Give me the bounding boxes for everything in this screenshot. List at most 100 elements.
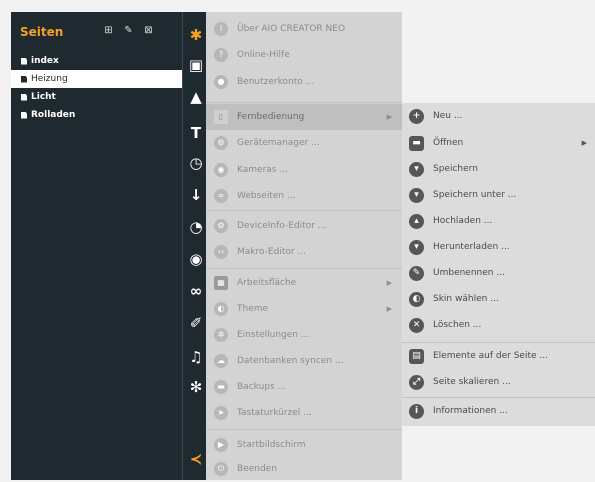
folder-open-icon: ▬ — [409, 136, 424, 151]
music-tool-icon[interactable]: ♫ — [187, 348, 205, 366]
menu-item-label: Fernbedienung — [237, 112, 305, 122]
submenu-item-label: Löschen ... — [433, 320, 482, 330]
delete-page-icon[interactable]: ⊠ — [143, 25, 154, 37]
pages-sidebar: Seiten ⊞ ✎ ⊠ index Heizung Licht Rollade… — [11, 12, 182, 480]
submenu-item-delete[interactable]: ✕ Löschen ... — [402, 313, 595, 339]
save-as-icon: ▾ — [409, 188, 424, 203]
menu-item-label: Online-Hilfe — [237, 50, 290, 60]
menu-item-macro-editor[interactable]: ‹› Makro-Editor ... — [206, 239, 402, 265]
settings-icon: ✲ — [214, 328, 228, 342]
main-menu: i Über AIO CREATOR NEO ? Online-Hilfe ● … — [206, 12, 402, 480]
slider-tool-icon[interactable]: ↓ — [187, 186, 205, 204]
page-item-licht[interactable]: Licht — [11, 88, 182, 106]
pen-tool-icon[interactable]: ✐ — [187, 314, 205, 332]
page-icon — [21, 75, 27, 83]
link-tool-icon[interactable]: ∞ — [187, 282, 205, 300]
menu-item-websites[interactable]: ∞ Webseiten ... — [206, 183, 402, 209]
submenu-item-label: Herunterladen ... — [433, 242, 510, 252]
gauge-tool-icon[interactable]: ◔ — [187, 218, 205, 236]
submenu-item-new[interactable]: + Neu ... — [402, 104, 595, 130]
submenu-item-label: Öffnen — [433, 138, 464, 148]
start-screen-icon: ▶ — [214, 438, 228, 452]
page-icon — [21, 93, 27, 101]
menu-item-remote[interactable]: ▯ Fernbedienung ▶ — [206, 104, 402, 130]
submenu-item-open[interactable]: ▬ Öffnen ▶ — [402, 131, 595, 157]
macro-icon: ‹› — [214, 245, 228, 259]
menu-item-about[interactable]: i Über AIO CREATOR NEO — [206, 16, 402, 42]
menu-item-label: Startbildschirm — [237, 440, 306, 450]
page-icon — [21, 57, 27, 65]
submenu-item-save-as[interactable]: ▾ Speichern unter ... — [402, 183, 595, 209]
menu-item-label: Webseiten ... — [237, 191, 296, 201]
webcam-tool-icon[interactable]: ◉ — [187, 250, 205, 268]
submenu-item-page-elements[interactable]: ▤ Elemente auf der Seite ... — [402, 344, 595, 370]
page-label: Heizung — [31, 74, 68, 84]
menu-item-settings[interactable]: ✲ Einstellungen ... — [206, 322, 402, 348]
clock-tool-icon[interactable]: ◷ — [187, 154, 205, 172]
edit-page-icon[interactable]: ✎ — [123, 25, 134, 37]
submenu-item-download[interactable]: ▾ Herunterladen ... — [402, 235, 595, 261]
page-item-rolladen[interactable]: Rolladen — [11, 106, 182, 124]
menu-item-label: Tastaturkürzel ... — [237, 408, 312, 418]
menu-item-label: Makro-Editor ... — [237, 247, 306, 257]
menu-item-deviceinfo-editor[interactable]: ⚙ DeviceInfo-Editor ... — [206, 213, 402, 239]
toolbox: ✱ ▣ ▲ T ◷ ↓ ◔ ◉ ∞ ✐ ♫ ✻ ≺ — [182, 12, 209, 480]
menu-item-cameras[interactable]: ◉ Kameras ... — [206, 157, 402, 183]
menu-item-quit[interactable]: ⏻ Beenden — [206, 456, 402, 482]
button-tool-icon[interactable]: ▣ — [187, 56, 205, 74]
menu-item-label: Einstellungen ... — [237, 330, 310, 340]
top-bar — [0, 0, 595, 12]
menu-item-sync-databases[interactable]: ☁ Datenbanken syncen ... — [206, 348, 402, 374]
web-icon: ∞ — [214, 189, 228, 203]
submenu-item-choose-skin[interactable]: ◐ Skin wählen ... — [402, 287, 595, 313]
delete-icon: ✕ — [409, 318, 424, 333]
text-tool-icon[interactable]: T — [187, 124, 205, 142]
submenu-separator — [402, 342, 595, 343]
menu-item-device-manager[interactable]: ⚙ Gerätemanager ... — [206, 130, 402, 156]
submenu-item-label: Speichern — [433, 164, 478, 174]
page-label: Licht — [31, 92, 56, 102]
add-page-icon[interactable]: ⊞ — [103, 25, 114, 37]
submenu-arrow-icon: ▶ — [386, 279, 392, 287]
menu-item-start-screen[interactable]: ▶ Startbildschirm — [206, 432, 402, 458]
menu-logo-icon[interactable]: ✱ — [187, 26, 205, 44]
menu-item-shortcuts[interactable]: ➤ Tastaturkürzel ... — [206, 400, 402, 426]
menu-item-online-help[interactable]: ? Online-Hilfe — [206, 42, 402, 68]
submenu-item-scale-page[interactable]: ⤢ Seite skalieren ... — [402, 370, 595, 396]
page-icon — [21, 111, 27, 119]
pages-header: Seiten ⊞ ✎ ⊠ — [11, 12, 182, 52]
elements-icon: ▤ — [409, 349, 424, 364]
image-tool-icon[interactable]: ▲ — [187, 88, 205, 106]
pages-title: Seiten — [20, 25, 64, 39]
menu-item-theme[interactable]: ◐ Theme ▶ — [206, 296, 402, 322]
user-icon: ● — [214, 75, 228, 89]
submenu-item-label: Neu ... — [433, 111, 463, 121]
backup-folder-icon: ▬ — [214, 380, 228, 394]
share-tool-icon[interactable]: ≺ — [187, 450, 205, 468]
gear-tool-icon[interactable]: ✻ — [187, 378, 205, 396]
workspace-icon: ▦ — [214, 276, 228, 290]
submenu-item-label: Informationen ... — [433, 406, 508, 416]
page-item-heizung[interactable]: Heizung — [11, 70, 182, 88]
submenu-item-upload[interactable]: ▴ Hochladen ... — [402, 209, 595, 235]
camera-icon: ◉ — [214, 163, 228, 177]
page-item-index[interactable]: index — [11, 52, 182, 70]
help-icon: ? — [214, 48, 228, 62]
scale-icon: ⤢ — [409, 375, 424, 390]
plus-icon: + — [409, 109, 424, 124]
menu-item-workspace[interactable]: ▦ Arbeitsfläche ▶ — [206, 270, 402, 296]
menu-item-label: Benutzerkonto ... — [237, 77, 315, 87]
submenu-arrow-icon: ▶ — [386, 305, 392, 313]
menu-item-label: Backups ... — [237, 382, 287, 392]
submenu-arrow-icon: ▶ — [581, 139, 587, 147]
info-icon: i — [214, 22, 228, 36]
menu-item-backups[interactable]: ▬ Backups ... — [206, 374, 402, 400]
submenu-item-save[interactable]: ▾ Speichern — [402, 157, 595, 183]
submenu-item-rename[interactable]: ✎ Umbenennen ... — [402, 261, 595, 287]
device-manager-icon: ⚙ — [214, 136, 228, 150]
menu-item-label: Über AIO CREATOR NEO — [237, 24, 346, 34]
remote-icon: ▯ — [214, 110, 228, 124]
menu-item-account[interactable]: ● Benutzerkonto ... — [206, 69, 402, 95]
submenu-item-information[interactable]: i Informationen ... — [402, 399, 595, 425]
menu-item-label: Beenden — [237, 464, 277, 474]
